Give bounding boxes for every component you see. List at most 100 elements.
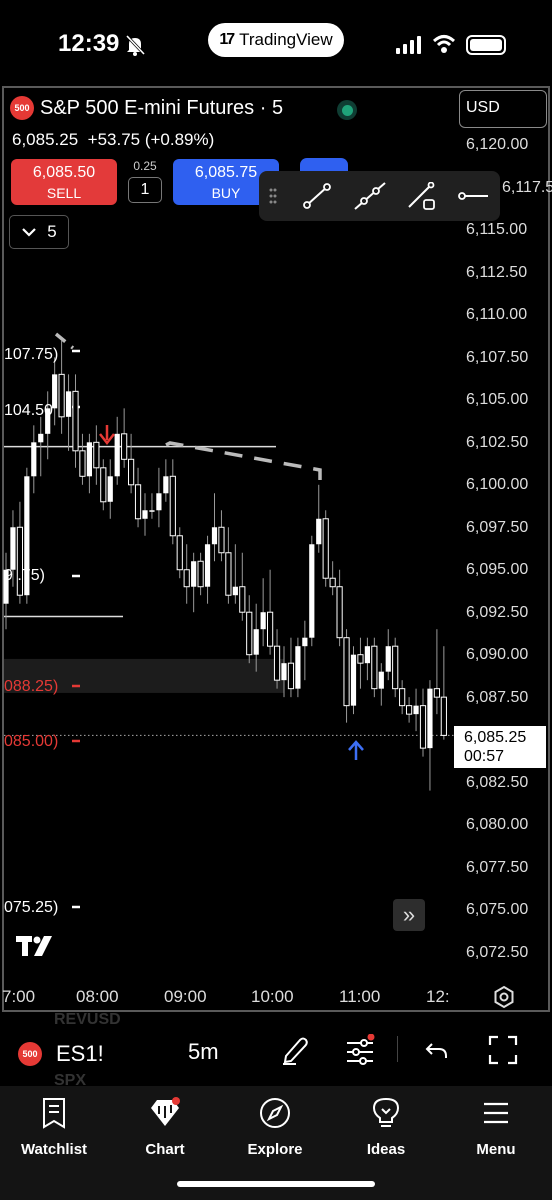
candle-up (427, 688, 433, 749)
candle-down (419, 705, 427, 749)
last-price: 6,085.25 (12, 130, 79, 149)
candle-down (322, 518, 329, 579)
quantity-input[interactable]: 1 (128, 177, 162, 203)
candle-down (121, 433, 128, 460)
candle-down (16, 526, 23, 596)
fullscreen-icon[interactable] (487, 1034, 519, 1066)
candle-down (239, 586, 246, 613)
tab-label: Watchlist (20, 1141, 88, 1158)
time-tick: 10:00 (251, 987, 294, 1006)
ray-icon[interactable] (405, 182, 437, 210)
candle-up (107, 476, 113, 502)
scroll-to-realtime-button[interactable]: » (393, 899, 425, 931)
chart-bottom-toolbar: REVUSD SPX 500 ES1! 5m (0, 1011, 552, 1089)
candle-up (156, 493, 162, 511)
candle-down (79, 450, 86, 477)
price-tick: 6,082.50 (466, 774, 529, 791)
candle-up (413, 705, 419, 715)
sell-label: SELL (46, 185, 82, 201)
symbol-header[interactable]: 500 S&P 500 E-mini Futures · 5 (10, 96, 283, 120)
candle-down (134, 484, 142, 520)
candle-down (169, 475, 176, 537)
price-tick: 6,087.50 (466, 689, 529, 706)
level-label: 088.25) (4, 678, 59, 695)
tab-label: Explore (247, 1141, 303, 1158)
trend-line-icon[interactable] (301, 182, 333, 210)
tab-label: Menu (476, 1141, 516, 1158)
candle-down (399, 688, 406, 707)
candle-down (273, 645, 281, 681)
price-tick: 6,102.50 (466, 434, 529, 451)
extended-line-icon[interactable] (354, 182, 386, 210)
candle-down (218, 526, 225, 554)
dashed-trend-line (165, 441, 322, 480)
tab-explore[interactable]: Explore (225, 1096, 325, 1158)
interval-button[interactable]: 5 (9, 215, 69, 249)
tab-label: Ideas (366, 1141, 406, 1158)
time-tick: 08:00 (76, 987, 119, 1006)
symbol-selector[interactable]: 500 ES1! (18, 1041, 104, 1067)
chart-settings-icon[interactable] (492, 985, 516, 1009)
price-tick: 6,080.00 (466, 816, 529, 833)
candle-down (406, 705, 413, 715)
level-label: 107.75) (4, 346, 59, 363)
double-chevron-right-icon: » (402, 902, 416, 927)
price-tick: 6,115.00 (466, 221, 528, 238)
candle-down (392, 645, 399, 690)
bar-countdown: 00:57 (464, 748, 505, 765)
level-label: 085.00) (4, 733, 59, 750)
candle-up (211, 527, 218, 545)
level-label: 075.25) (4, 899, 59, 916)
symbol-title[interactable]: S&P 500 E-mini Futures · 5 (40, 97, 283, 120)
candle-up (142, 510, 148, 519)
candle-down (225, 552, 232, 596)
drawing-pen-icon[interactable] (280, 1034, 310, 1066)
chart-icon (151, 1097, 180, 1126)
compass-icon (260, 1098, 290, 1128)
price-scale[interactable]: 6,120.00 6,117.50 6,115.00 6,112.50 6,11… (462, 0, 552, 1012)
candle-up (204, 544, 211, 587)
sell-price: 6,085.50 (32, 164, 96, 181)
hamburger-icon (484, 1102, 508, 1124)
price-tick: 6,092.50 (466, 604, 529, 621)
candle-down (128, 458, 135, 486)
dashed-trend-line (54, 332, 75, 350)
candle-down (183, 569, 190, 588)
ghost-symbol: REVUSD (54, 1011, 121, 1028)
candle-down (176, 535, 183, 571)
tab-chart[interactable]: Chart (115, 1096, 215, 1158)
order-panel-tab[interactable] (300, 158, 348, 172)
candle-up (302, 637, 308, 647)
undo-icon[interactable] (424, 1034, 450, 1064)
sell-button[interactable]: 6,085.50 SELL (11, 159, 117, 205)
candle-up (281, 663, 287, 681)
interval-selector[interactable]: 5m (188, 1039, 219, 1065)
tab-watchlist[interactable]: Watchlist (4, 1096, 104, 1158)
candle-up (114, 433, 120, 477)
tab-label: Chart (145, 1141, 185, 1158)
candle-up (31, 442, 37, 477)
level-label: 9 .75) (4, 567, 45, 584)
candle-up (65, 391, 72, 417)
candle-up (385, 646, 391, 672)
drag-handle-icon[interactable] (269, 188, 277, 204)
price-tick: 6,105.00 (466, 391, 529, 408)
tab-ideas[interactable]: Ideas (336, 1096, 436, 1158)
candle-down (93, 441, 100, 469)
candle-up (232, 586, 238, 596)
candle-up (38, 433, 44, 443)
candle-down (433, 688, 440, 698)
candle-up (295, 646, 301, 689)
home-indicator (177, 1181, 375, 1187)
price-tick: 6,075.00 (466, 901, 529, 918)
tab-menu[interactable]: Menu (446, 1096, 546, 1158)
last-price-tag: 6,085.25 00:57 (454, 726, 546, 768)
lightbulb-icon (372, 1097, 400, 1127)
indicators-settings-icon[interactable] (344, 1034, 376, 1066)
candle-up (350, 654, 357, 706)
price-tick: 6,090.00 (466, 646, 529, 663)
tick-size: 0.25 (133, 159, 157, 173)
candle-up (253, 629, 259, 655)
symbol-ticker: ES1! (56, 1041, 104, 1066)
candle-up (260, 612, 266, 630)
